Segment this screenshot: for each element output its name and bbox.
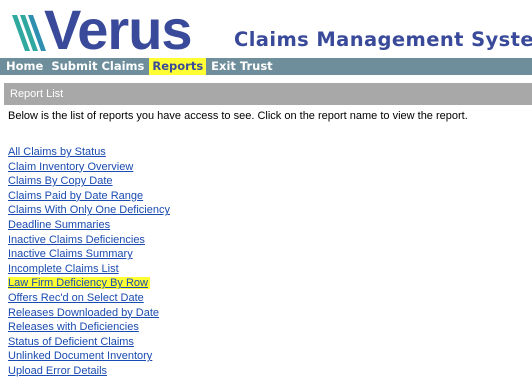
report-link-claims-paid-by-date-range[interactable]: Claims Paid by Date Range [8, 190, 143, 202]
report-link-status-of-deficient-claims[interactable]: Status of Deficient Claims [8, 336, 134, 348]
report-link-releases-downloaded-by-date[interactable]: Releases Downloaded by Date [8, 307, 159, 319]
list-item: Claim Inventory Overview [8, 159, 170, 174]
nav-reports[interactable]: Reports [149, 58, 207, 75]
report-link-releases-with-deficiencies[interactable]: Releases with Deficiencies [8, 321, 139, 333]
main-nav: Home Submit Claims Reports Exit Trust [0, 58, 532, 75]
list-item: Releases with Deficiencies [8, 319, 170, 334]
nav-exit-trust[interactable]: Exit Trust [208, 58, 276, 75]
list-item: Upload Error Details [8, 363, 170, 378]
report-link-claims-with-only-one-deficiency[interactable]: Claims With Only One Deficiency [8, 204, 170, 216]
list-item: All Claims by Status [8, 144, 170, 159]
list-item: Unlinked Document Inventory [8, 348, 170, 363]
list-item: Law Firm Deficiency By Row [8, 275, 170, 290]
list-item: Releases Downloaded by Date [8, 305, 170, 320]
list-item: Claims With Only One Deficiency [8, 202, 170, 217]
verus-logo-mark-icon [12, 15, 46, 51]
nav-submit-claims[interactable]: Submit Claims [48, 58, 147, 75]
report-link-offers-recd-on-select-date[interactable]: Offers Rec'd on Select Date [8, 292, 144, 304]
report-link-inactive-claims-summary[interactable]: Inactive Claims Summary [8, 248, 133, 260]
verus-logo[interactable]: Verus [10, 0, 193, 61]
report-link-claims-by-copy-date[interactable]: Claims By Copy Date [8, 175, 113, 187]
report-list: All Claims by Status Claim Inventory Ove… [8, 144, 170, 378]
section-title: Report List [10, 88, 64, 100]
app-title: Claims Management System [234, 28, 532, 51]
section-header: Report List [4, 83, 532, 105]
list-item: Inactive Claims Deficiencies [8, 232, 170, 247]
list-item: Status of Deficient Claims [8, 334, 170, 349]
intro-text: Below is the list of reports you have ac… [8, 110, 468, 122]
header: Verus Claims Management System [0, 0, 532, 58]
list-item: Incomplete Claims List [8, 261, 170, 276]
list-item: Claims Paid by Date Range [8, 188, 170, 203]
list-item: Deadline Summaries [8, 217, 170, 232]
report-link-claim-inventory-overview[interactable]: Claim Inventory Overview [8, 161, 133, 173]
report-link-incomplete-claims-list[interactable]: Incomplete Claims List [8, 263, 119, 275]
list-item: Offers Rec'd on Select Date [8, 290, 170, 305]
report-link-upload-error-details[interactable]: Upload Error Details [8, 365, 107, 377]
report-link-inactive-claims-deficiencies[interactable]: Inactive Claims Deficiencies [8, 234, 145, 246]
list-item: Claims By Copy Date [8, 173, 170, 188]
report-link-unlinked-document-inventory[interactable]: Unlinked Document Inventory [8, 350, 152, 362]
report-link-law-firm-deficiency-by-row[interactable]: Law Firm Deficiency By Row [8, 277, 150, 290]
logo-text: Verus [44, 0, 193, 61]
report-link-all-claims-by-status[interactable]: All Claims by Status [8, 146, 106, 158]
report-link-deadline-summaries[interactable]: Deadline Summaries [8, 219, 110, 231]
list-item: Inactive Claims Summary [8, 246, 170, 261]
nav-home[interactable]: Home [3, 58, 46, 75]
